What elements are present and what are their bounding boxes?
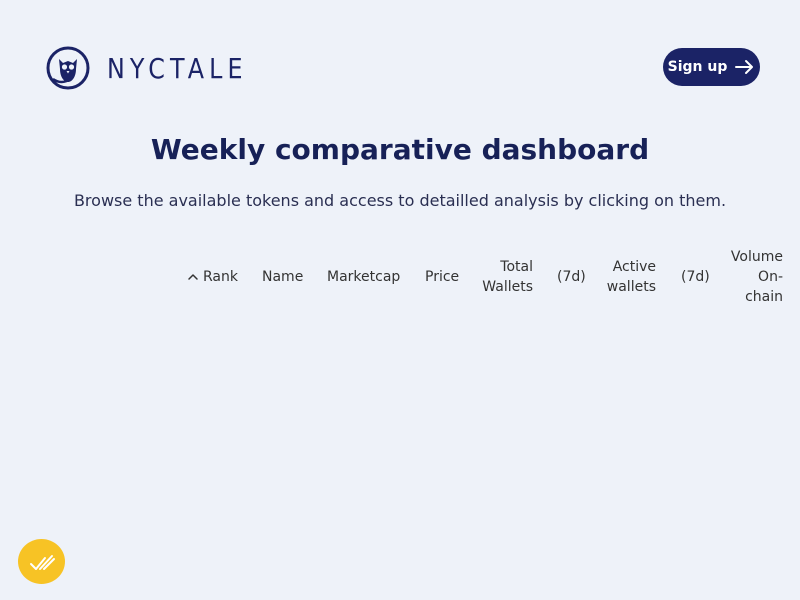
checkmarks-icon xyxy=(29,554,55,570)
column-header-price[interactable]: Price xyxy=(425,267,459,287)
feedback-badge[interactable] xyxy=(18,539,65,584)
column-header-active-wallets[interactable]: Active wallets xyxy=(600,257,656,297)
column-header-total-wallets[interactable]: Total Wallets xyxy=(475,257,533,297)
column-header-marketcap[interactable]: Marketcap xyxy=(327,267,400,287)
column-header-total-wallets-line1: Total xyxy=(500,259,533,275)
column-header-active-wallets-line1: Active xyxy=(612,259,656,275)
brand-logo[interactable]: NYCTALE xyxy=(45,45,272,91)
column-header-volume-line2: On- xyxy=(758,269,783,285)
column-header-rank-label: Rank xyxy=(203,269,238,285)
column-header-total-wallets-line2: Wallets xyxy=(482,279,533,295)
sign-up-label: Sign up xyxy=(667,59,728,75)
arrow-right-icon xyxy=(735,60,754,74)
chevron-up-icon xyxy=(188,274,198,280)
brand-name: NYCTALE xyxy=(107,51,248,85)
page: NYCTALE Sign up Weekly comparative dashb… xyxy=(0,0,800,600)
sign-up-button[interactable]: Sign up xyxy=(663,48,760,86)
column-header-active-wallets-line2: wallets xyxy=(606,279,656,295)
owl-icon xyxy=(46,46,90,90)
page-title: Weekly comparative dashboard xyxy=(150,133,650,166)
column-header-volume-line3: chain xyxy=(745,289,783,305)
column-header-volume-on-chain[interactable]: Volume On- chain xyxy=(723,247,783,307)
page-subtitle: Browse the available tokens and access t… xyxy=(73,191,727,210)
column-header-active-wallets-7d[interactable]: (7d) xyxy=(681,267,710,287)
column-header-rank[interactable]: Rank xyxy=(187,267,238,287)
column-header-name[interactable]: Name xyxy=(262,267,303,287)
column-header-volume-line1: Volume xyxy=(730,249,783,265)
column-header-total-wallets-7d[interactable]: (7d) xyxy=(557,267,586,287)
